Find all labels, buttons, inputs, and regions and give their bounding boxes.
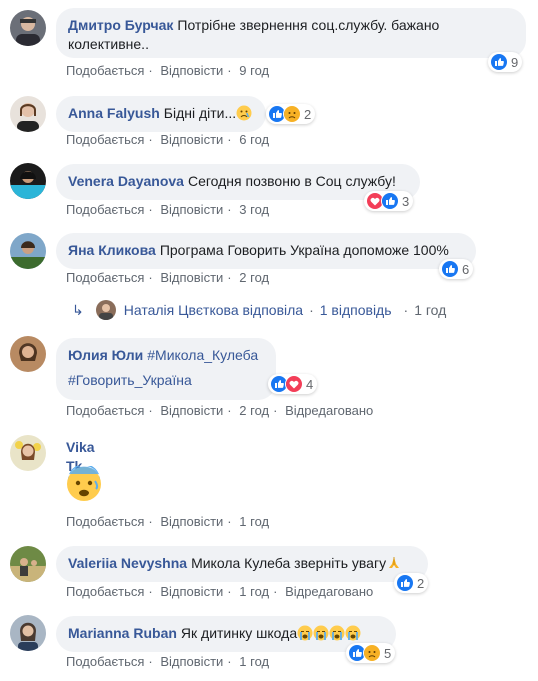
hashtag-link[interactable]: #Микола_Кулеба — [147, 347, 258, 363]
like-icon — [490, 53, 508, 71]
like-link[interactable]: Подобається — [66, 202, 144, 217]
reaction-summary[interactable]: 6 — [439, 259, 474, 279]
reaction-count: 2 — [304, 106, 312, 122]
reply-author-text[interactable]: Наталія Цвєткова відповіла — [124, 302, 303, 318]
reply-link[interactable]: Відповісти — [160, 584, 223, 599]
love-icon — [285, 375, 303, 393]
comment-actions: Подобається · Відповісти · 2 год · Відредаг… — [66, 403, 374, 418]
like-link[interactable]: Подобається — [66, 63, 144, 78]
edited-label[interactable]: Відредаговано — [285, 584, 373, 599]
avatar — [95, 300, 116, 320]
reply-link[interactable]: Відповісти — [160, 202, 223, 217]
like-icon — [381, 192, 399, 210]
reaction-count: 3 — [402, 193, 410, 209]
sad-icon — [283, 105, 301, 123]
crying-emoji-icon — [329, 625, 345, 641]
reaction-count: 4 — [306, 376, 314, 392]
avatar[interactable] — [10, 233, 46, 269]
comment-time[interactable]: 3 год — [239, 202, 269, 217]
reaction-count: 2 — [417, 575, 425, 591]
comment-text: Програма Говорить Україна допоможе 100% — [159, 242, 449, 258]
like-link[interactable]: Подобається — [66, 270, 144, 285]
comment-text: Микола Кулеба зверніть увагу — [191, 555, 387, 571]
comment-bubble: Vika Tk — [56, 436, 122, 474]
comment-time[interactable]: 2 год — [239, 270, 269, 285]
comment-actions: Подобається · Відповісти · 1 год · Відредаг… — [66, 584, 374, 599]
comment-time[interactable]: 2 год — [239, 403, 269, 418]
comment-actions: Подобається · Відповісти · 9 год — [66, 63, 270, 78]
reply-time: 1 год — [414, 302, 447, 318]
comment-text: Як дитинку шкода — [180, 625, 298, 641]
comment-bubble: Anna Falyush Бідні діти... — [56, 96, 266, 132]
reaction-count: 9 — [511, 54, 519, 70]
crying-emoji-icon — [313, 625, 329, 641]
reply-link[interactable]: Відповісти — [160, 63, 223, 78]
comment-time[interactable]: 9 год — [239, 63, 269, 78]
edited-label[interactable]: Відредаговано — [285, 403, 373, 418]
comment-time[interactable]: 1 год — [239, 654, 269, 669]
hashtag-link[interactable]: #Говорить_Україна — [68, 371, 192, 390]
comment-text: Бідні діти... — [163, 105, 237, 121]
view-replies[interactable]: ↳ Наталія Цвєткова відповіла · 1 відпові… — [72, 300, 446, 320]
reply-link[interactable]: Відповісти — [160, 514, 223, 529]
anxious-emoji-icon — [66, 464, 102, 502]
reaction-summary[interactable]: 2 — [266, 104, 316, 124]
comment-author[interactable]: Яна Кликова — [68, 242, 156, 258]
reaction-count: 5 — [384, 645, 392, 661]
comment-bubble: Valeriia Nevyshna Микола Кулеба зверніть … — [56, 546, 428, 582]
comment-time[interactable]: 1 год — [239, 584, 269, 599]
sad-icon — [363, 644, 381, 662]
reply-count[interactable]: 1 відповідь — [320, 302, 392, 318]
reply-link[interactable]: Відповісти — [160, 403, 223, 418]
avatar[interactable] — [10, 546, 46, 582]
comment-author[interactable]: Venera Dayanova — [68, 173, 184, 189]
comment-actions: Подобається · Відповісти · 2 год — [66, 270, 270, 285]
crying-emoji-icon — [297, 625, 313, 641]
comment-author[interactable]: Valeriia Nevyshna — [68, 555, 187, 571]
comment-time[interactable]: 6 год — [239, 132, 269, 147]
comment-bubble: Яна Кликова Програма Говорить Україна доп… — [56, 233, 476, 269]
avatar[interactable] — [10, 615, 46, 651]
comment-bubble: Дмитро Бурчак Потрібне звернення соц.служ… — [56, 8, 526, 58]
like-link[interactable]: Подобається — [66, 514, 144, 529]
crying-emoji-icon — [345, 625, 361, 641]
like-icon — [396, 574, 414, 592]
like-link[interactable]: Подобається — [66, 403, 144, 418]
comment-text: Сегодня позвоню в Соц службу! — [187, 173, 396, 189]
avatar[interactable] — [10, 435, 46, 471]
avatar[interactable] — [10, 10, 46, 46]
pray-emoji-icon — [386, 555, 402, 571]
comment-actions: Подобається · Відповісти · 6 год — [66, 132, 270, 147]
avatar[interactable] — [10, 163, 46, 199]
like-link[interactable]: Подобається — [66, 654, 144, 669]
reaction-summary[interactable]: 3 — [364, 191, 414, 211]
comment-bubble: Marianna Ruban Як дитинку шкода — [56, 616, 396, 652]
reaction-summary[interactable]: 4 — [268, 374, 318, 394]
comment-actions: Подобається · Відповісти · 3 год — [66, 202, 270, 217]
reply-link[interactable]: Відповісти — [160, 132, 223, 147]
like-link[interactable]: Подобається — [66, 584, 144, 599]
reaction-count: 6 — [462, 261, 470, 277]
avatar[interactable] — [10, 96, 46, 132]
reaction-summary[interactable]: 9 — [488, 52, 523, 72]
comment-actions: Подобається · Відповісти · 1 год — [66, 654, 270, 669]
reply-link[interactable]: Відповісти — [160, 654, 223, 669]
reaction-summary[interactable]: 2 — [394, 573, 429, 593]
comment-bubble: Юлия Юли #Микола_Кулеба #Говорить_Україна — [56, 338, 276, 400]
comment-actions: Подобається · Відповісти · 1 год — [66, 514, 270, 529]
like-link[interactable]: Подобається — [66, 132, 144, 147]
like-icon — [441, 260, 459, 278]
sad-emoji-icon — [236, 105, 252, 121]
comment-author[interactable]: Marianna Ruban — [68, 625, 177, 641]
comment-author[interactable]: Дмитро Бурчак — [68, 17, 173, 33]
reply-arrow-icon: ↳ — [72, 301, 84, 318]
comment-author[interactable]: Юлия Юли — [68, 347, 143, 363]
comment-author[interactable]: Anna Falyush — [68, 105, 160, 121]
reply-link[interactable]: Відповісти — [160, 270, 223, 285]
comment-time[interactable]: 1 год — [239, 514, 269, 529]
reaction-summary[interactable]: 5 — [346, 643, 396, 663]
avatar[interactable] — [10, 336, 46, 372]
